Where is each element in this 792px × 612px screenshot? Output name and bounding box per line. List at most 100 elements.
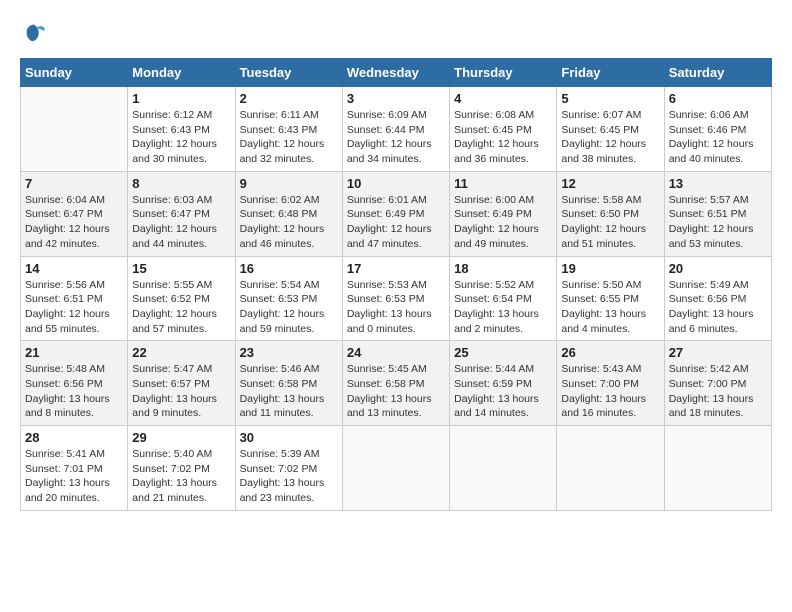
calendar-cell: 13 Sunrise: 5:57 AM Sunset: 6:51 PM Dayli…	[664, 171, 771, 256]
day-info: Sunrise: 5:49 AM Sunset: 6:56 PM Dayligh…	[669, 278, 767, 337]
day-number: 25	[454, 345, 552, 360]
day-info: Sunrise: 5:58 AM Sunset: 6:50 PM Dayligh…	[561, 193, 659, 252]
calendar-cell: 21 Sunrise: 5:48 AM Sunset: 6:56 PM Dayli…	[21, 341, 128, 426]
calendar-cell: 26Sunrise: 5:43 AM Sunset: 7:00 PM Dayli…	[557, 341, 664, 426]
day-info: Sunrise: 6:09 AM Sunset: 6:44 PM Dayligh…	[347, 108, 445, 167]
day-number: 5	[561, 91, 659, 106]
days-of-week-row: SundayMondayTuesdayWednesdayThursdayFrid…	[21, 59, 772, 87]
calendar-cell: 6 Sunrise: 6:06 AM Sunset: 6:46 PM Daylig…	[664, 87, 771, 172]
day-info: Sunrise: 5:44 AM Sunset: 6:59 PM Dayligh…	[454, 362, 552, 421]
day-info: Sunrise: 5:53 AM Sunset: 6:53 PM Dayligh…	[347, 278, 445, 337]
day-info: Sunrise: 5:40 AM Sunset: 7:02 PM Dayligh…	[132, 447, 230, 506]
calendar-cell: 7 Sunrise: 6:04 AM Sunset: 6:47 PM Daylig…	[21, 171, 128, 256]
day-number: 19	[561, 261, 659, 276]
day-number: 13	[669, 176, 767, 191]
day-number: 21	[25, 345, 123, 360]
day-info: Sunrise: 5:52 AM Sunset: 6:54 PM Dayligh…	[454, 278, 552, 337]
day-info: Sunrise: 5:48 AM Sunset: 6:56 PM Dayligh…	[25, 362, 123, 421]
day-number: 10	[347, 176, 445, 191]
day-of-week-friday: Friday	[557, 59, 664, 87]
calendar-cell: 4 Sunrise: 6:08 AM Sunset: 6:45 PM Daylig…	[450, 87, 557, 172]
day-info: Sunrise: 5:47 AM Sunset: 6:57 PM Dayligh…	[132, 362, 230, 421]
calendar-cell: 11 Sunrise: 6:00 AM Sunset: 6:49 PM Dayli…	[450, 171, 557, 256]
calendar-cell: 23 Sunrise: 5:46 AM Sunset: 6:58 PM Dayli…	[235, 341, 342, 426]
day-info: Sunrise: 6:07 AM Sunset: 6:45 PM Dayligh…	[561, 108, 659, 167]
day-info: Sunrise: 6:03 AM Sunset: 6:47 PM Dayligh…	[132, 193, 230, 252]
day-info: Sunrise: 5:50 AM Sunset: 6:55 PM Dayligh…	[561, 278, 659, 337]
day-number: 16	[240, 261, 338, 276]
day-number: 23	[240, 345, 338, 360]
calendar-cell: 18 Sunrise: 5:52 AM Sunset: 6:54 PM Dayli…	[450, 256, 557, 341]
day-number: 30	[240, 430, 338, 445]
day-info: Sunrise: 5:55 AM Sunset: 6:52 PM Dayligh…	[132, 278, 230, 337]
day-number: 12	[561, 176, 659, 191]
calendar-cell: 14Sunrise: 5:56 AM Sunset: 6:51 PM Dayli…	[21, 256, 128, 341]
day-number: 4	[454, 91, 552, 106]
day-info: Sunrise: 5:57 AM Sunset: 6:51 PM Dayligh…	[669, 193, 767, 252]
calendar-cell	[557, 426, 664, 511]
calendar-cell: 27Sunrise: 5:42 AM Sunset: 7:00 PM Dayli…	[664, 341, 771, 426]
day-info: Sunrise: 5:45 AM Sunset: 6:58 PM Dayligh…	[347, 362, 445, 421]
calendar-cell: 22 Sunrise: 5:47 AM Sunset: 6:57 PM Dayli…	[128, 341, 235, 426]
day-number: 18	[454, 261, 552, 276]
day-info: Sunrise: 5:43 AM Sunset: 7:00 PM Dayligh…	[561, 362, 659, 421]
calendar-cell: 10 Sunrise: 6:01 AM Sunset: 6:49 PM Dayli…	[342, 171, 449, 256]
day-number: 20	[669, 261, 767, 276]
day-info: Sunrise: 6:06 AM Sunset: 6:46 PM Dayligh…	[669, 108, 767, 167]
calendar-week-3: 14Sunrise: 5:56 AM Sunset: 6:51 PM Dayli…	[21, 256, 772, 341]
day-number: 27	[669, 345, 767, 360]
calendar-cell: 2Sunrise: 6:11 AM Sunset: 6:43 PM Daylig…	[235, 87, 342, 172]
logo	[20, 20, 52, 48]
calendar-cell: 19 Sunrise: 5:50 AM Sunset: 6:55 PM Dayli…	[557, 256, 664, 341]
day-number: 8	[132, 176, 230, 191]
day-number: 14	[25, 261, 123, 276]
day-number: 11	[454, 176, 552, 191]
day-info: Sunrise: 5:41 AM Sunset: 7:01 PM Dayligh…	[25, 447, 123, 506]
calendar-cell	[450, 426, 557, 511]
calendar-cell	[664, 426, 771, 511]
calendar-cell	[342, 426, 449, 511]
page-header	[20, 20, 772, 48]
day-number: 28	[25, 430, 123, 445]
calendar-cell: 3 Sunrise: 6:09 AM Sunset: 6:44 PM Daylig…	[342, 87, 449, 172]
day-of-week-thursday: Thursday	[450, 59, 557, 87]
day-of-week-monday: Monday	[128, 59, 235, 87]
calendar-cell	[21, 87, 128, 172]
day-info: Sunrise: 6:12 AM Sunset: 6:43 PM Dayligh…	[132, 108, 230, 167]
logo-icon	[20, 20, 48, 48]
calendar-cell: 1Sunrise: 6:12 AM Sunset: 6:43 PM Daylig…	[128, 87, 235, 172]
calendar-cell: 20 Sunrise: 5:49 AM Sunset: 6:56 PM Dayli…	[664, 256, 771, 341]
day-of-week-saturday: Saturday	[664, 59, 771, 87]
calendar-cell: 15 Sunrise: 5:55 AM Sunset: 6:52 PM Dayli…	[128, 256, 235, 341]
calendar-week-4: 21 Sunrise: 5:48 AM Sunset: 6:56 PM Dayli…	[21, 341, 772, 426]
calendar-cell: 9Sunrise: 6:02 AM Sunset: 6:48 PM Daylig…	[235, 171, 342, 256]
day-number: 3	[347, 91, 445, 106]
day-number: 29	[132, 430, 230, 445]
day-info: Sunrise: 6:08 AM Sunset: 6:45 PM Dayligh…	[454, 108, 552, 167]
day-number: 17	[347, 261, 445, 276]
calendar-cell: 24Sunrise: 5:45 AM Sunset: 6:58 PM Dayli…	[342, 341, 449, 426]
day-number: 15	[132, 261, 230, 276]
day-info: Sunrise: 5:54 AM Sunset: 6:53 PM Dayligh…	[240, 278, 338, 337]
calendar-cell: 25 Sunrise: 5:44 AM Sunset: 6:59 PM Dayli…	[450, 341, 557, 426]
day-number: 7	[25, 176, 123, 191]
calendar-cell: 8 Sunrise: 6:03 AM Sunset: 6:47 PM Daylig…	[128, 171, 235, 256]
day-number: 22	[132, 345, 230, 360]
calendar-cell: 12 Sunrise: 5:58 AM Sunset: 6:50 PM Dayli…	[557, 171, 664, 256]
day-info: Sunrise: 6:00 AM Sunset: 6:49 PM Dayligh…	[454, 193, 552, 252]
day-info: Sunrise: 6:01 AM Sunset: 6:49 PM Dayligh…	[347, 193, 445, 252]
calendar-cell: 30Sunrise: 5:39 AM Sunset: 7:02 PM Dayli…	[235, 426, 342, 511]
calendar-header: SundayMondayTuesdayWednesdayThursdayFrid…	[21, 59, 772, 87]
calendar-cell: 29 Sunrise: 5:40 AM Sunset: 7:02 PM Dayli…	[128, 426, 235, 511]
day-info: Sunrise: 6:04 AM Sunset: 6:47 PM Dayligh…	[25, 193, 123, 252]
calendar-cell: 5 Sunrise: 6:07 AM Sunset: 6:45 PM Daylig…	[557, 87, 664, 172]
day-of-week-sunday: Sunday	[21, 59, 128, 87]
calendar-cell: 16 Sunrise: 5:54 AM Sunset: 6:53 PM Dayli…	[235, 256, 342, 341]
calendar-body: 1Sunrise: 6:12 AM Sunset: 6:43 PM Daylig…	[21, 87, 772, 511]
day-info: Sunrise: 6:11 AM Sunset: 6:43 PM Dayligh…	[240, 108, 338, 167]
day-info: Sunrise: 5:46 AM Sunset: 6:58 PM Dayligh…	[240, 362, 338, 421]
day-of-week-tuesday: Tuesday	[235, 59, 342, 87]
day-number: 6	[669, 91, 767, 106]
calendar-table: SundayMondayTuesdayWednesdayThursdayFrid…	[20, 58, 772, 511]
day-number: 9	[240, 176, 338, 191]
